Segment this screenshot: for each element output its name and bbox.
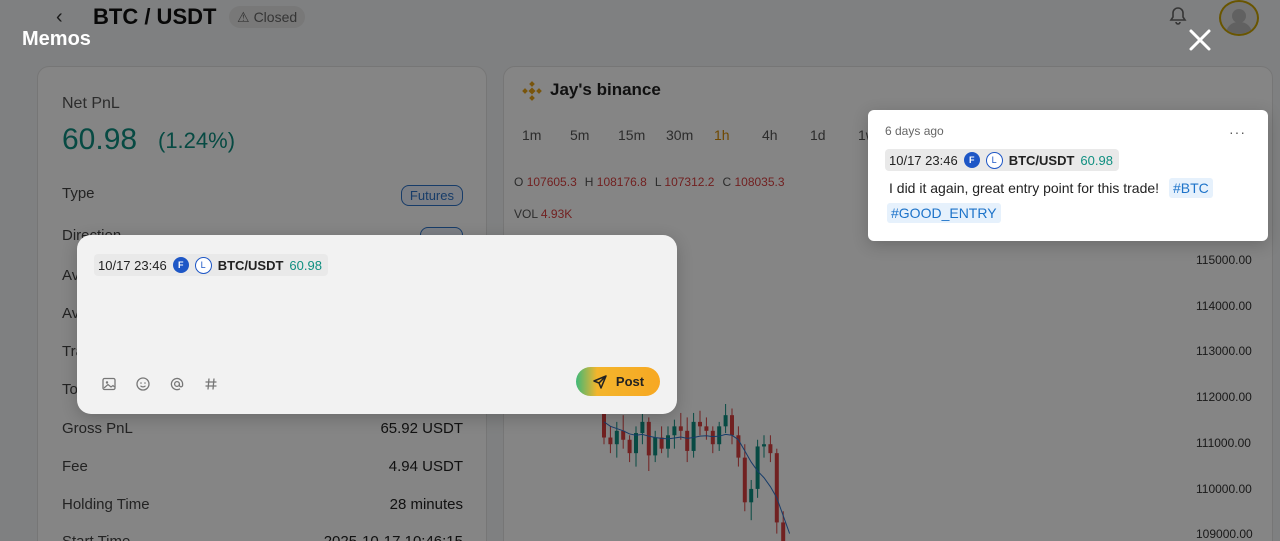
memo-card: 6 days ago ··· 10/17 23:46 F L BTC/USDT … [868,110,1268,241]
memo-timestamp: 6 days ago [885,124,944,138]
memos-overlay[interactable]: Memos 10/17 23:46 F L BTC/USDT 60.98 Pos… [0,0,1280,541]
trade-pnl: 60.98 [289,257,322,273]
more-options-icon[interactable]: ··· [1229,124,1246,140]
trade-pnl: 60.98 [1080,152,1113,168]
emoji-icon[interactable] [133,374,153,394]
hashtag-good-entry[interactable]: #GOOD_ENTRY [887,203,1001,223]
trade-reference-chip[interactable]: 10/17 23:46 F L BTC/USDT 60.98 [885,149,1119,171]
post-button-label: Post [615,374,645,389]
close-icon[interactable] [1186,26,1214,54]
trade-date: 10/17 23:46 [98,257,167,273]
memos-title: Memos [22,28,91,50]
composer-toolbar [99,374,221,394]
trade-pair: BTC/USDT [217,257,284,273]
hashtag-icon[interactable] [201,374,221,394]
futures-badge-icon: F [963,152,980,168]
memo-text: I did it again, great entry point for th… [889,180,1160,196]
post-button[interactable]: Post [576,367,660,396]
image-icon[interactable] [99,374,119,394]
hashtag-btc[interactable]: #BTC [1169,178,1213,198]
send-icon [593,374,607,389]
trade-date: 10/17 23:46 [889,152,958,168]
memo-composer[interactable]: 10/17 23:46 F L BTC/USDT 60.98 Post [77,235,677,414]
futures-badge-icon: F [172,257,189,273]
long-badge-icon: L [194,256,212,274]
long-badge-icon: L [985,151,1003,169]
trade-reference-chip: 10/17 23:46 F L BTC/USDT 60.98 [94,254,328,276]
trade-pair: BTC/USDT [1008,152,1075,168]
mention-icon[interactable] [167,374,187,394]
